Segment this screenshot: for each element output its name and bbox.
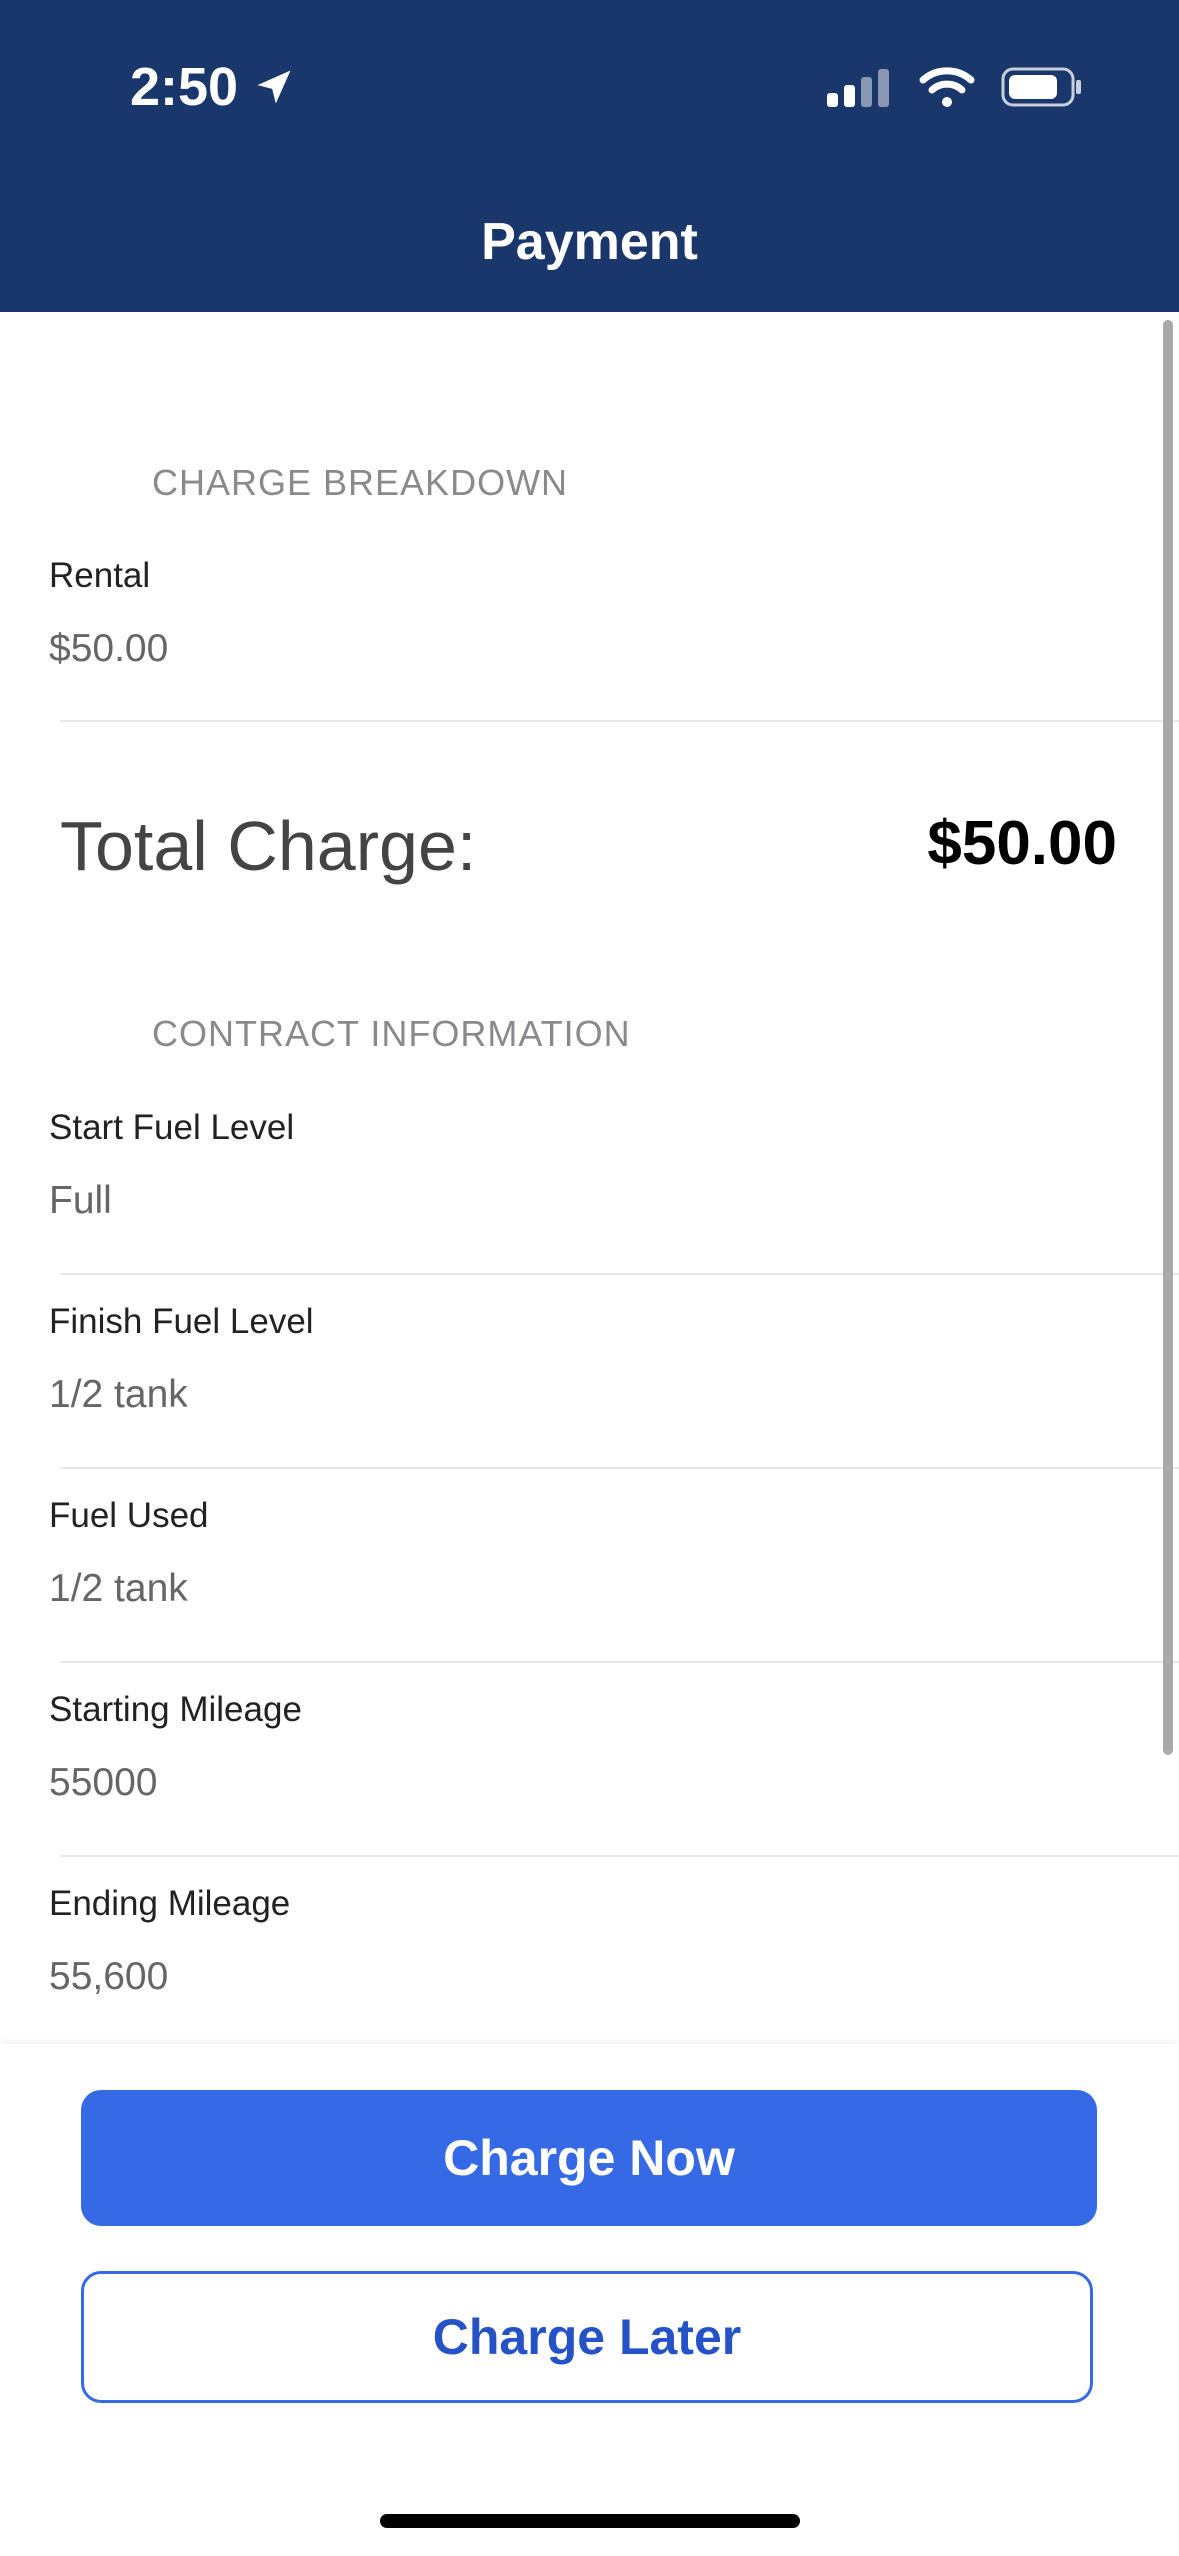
wifi-icon [919, 67, 975, 107]
charge-breakdown-header: CHARGE BREAKDOWN [152, 462, 569, 503]
divider [60, 1467, 1179, 1469]
location-arrow-icon [257, 70, 291, 104]
starting-mileage-value: 55000 [49, 1761, 158, 1804]
rental-value: $50.00 [49, 627, 169, 670]
status-time: 2:50 [130, 56, 296, 118]
scrollbar[interactable] [1163, 320, 1173, 1755]
navigation-header: 2:50 Payment [0, 0, 1179, 312]
status-time-text: 2:50 [130, 57, 239, 117]
payment-details-scroll[interactable]: CHARGE BREAKDOWN Rental $50.00 Total Cha… [0, 312, 1179, 2044]
total-charge-label: Total Charge: [60, 807, 477, 885]
rental-label: Rental [49, 556, 151, 595]
battery-icon [1001, 67, 1081, 107]
charge-now-button[interactable]: Charge Now [81, 2090, 1097, 2226]
ending-mileage-label: Ending Mileage [49, 1884, 291, 1923]
status-indicators [827, 66, 1083, 108]
finish-fuel-level-label: Finish Fuel Level [49, 1302, 314, 1341]
divider [60, 1855, 1179, 1857]
starting-mileage-label: Starting Mileage [49, 1690, 302, 1729]
divider [60, 1661, 1179, 1663]
fuel-used-value: 1/2 tank [49, 1567, 188, 1610]
divider [60, 1273, 1179, 1275]
home-indicator[interactable] [380, 2514, 800, 2528]
start-fuel-level-value: Full [49, 1179, 112, 1222]
fuel-used-label: Fuel Used [49, 1496, 209, 1535]
finish-fuel-level-value: 1/2 tank [49, 1373, 188, 1416]
charge-later-button[interactable]: Charge Later [81, 2271, 1093, 2403]
contract-information-header: CONTRACT INFORMATION [152, 1013, 631, 1054]
divider [60, 720, 1179, 722]
total-charge-value: $50.00 [927, 809, 1117, 878]
start-fuel-level-label: Start Fuel Level [49, 1108, 295, 1147]
page-title: Payment [481, 213, 698, 271]
cellular-signal-icon [827, 67, 895, 107]
ending-mileage-value: 55,600 [49, 1955, 169, 1998]
